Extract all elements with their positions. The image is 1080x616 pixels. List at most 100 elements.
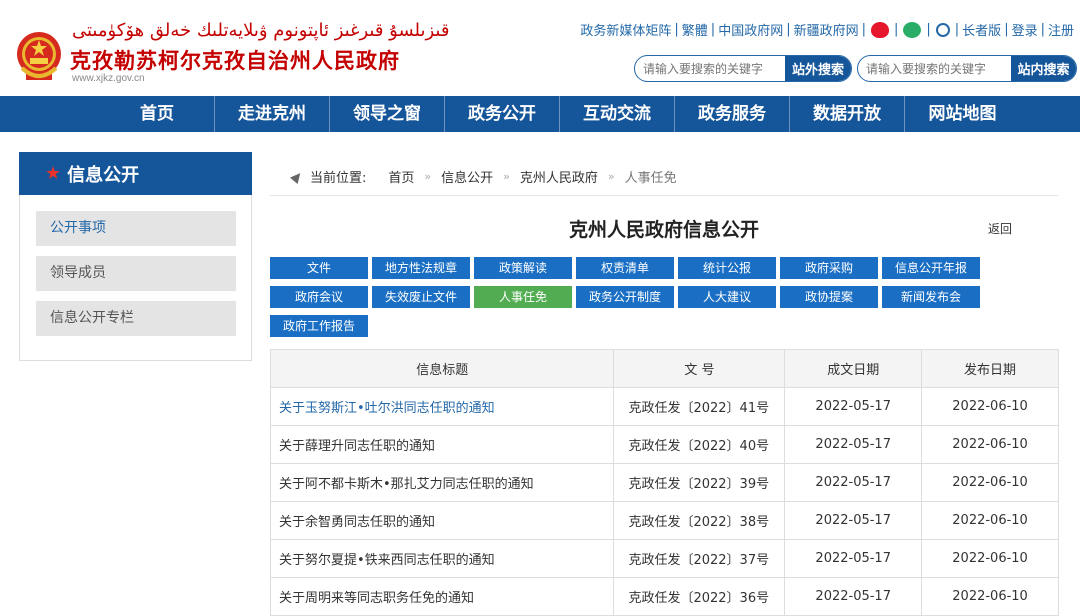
row-written-date: 2022-05-17 <box>784 539 923 578</box>
tab-local-regulations[interactable]: 地方性法规章 <box>372 257 470 279</box>
accessibility-icon[interactable] <box>935 22 950 37</box>
column-header-title: 信息标题 <box>269 349 615 388</box>
row-written-date: 2022-05-17 <box>784 501 923 540</box>
nav-leaders[interactable]: 领导之窗 <box>330 96 445 132</box>
breadcrumb-info-open[interactable]: 信息公开 <box>441 167 493 186</box>
site-title: 克孜勒苏柯尔克孜自治州人民政府 <box>70 49 400 73</box>
tab-documents[interactable]: 文件 <box>270 257 368 279</box>
nav-gov-affairs[interactable]: 政务公开 <box>445 96 560 132</box>
top-link-gov-cn[interactable]: 中国政府网 <box>718 20 783 39</box>
top-link-media-matrix[interactable]: 政务新媒体矩阵 <box>580 20 671 39</box>
weibo-icon[interactable] <box>871 21 889 38</box>
site-header: قىزىلسۇ قىرغىز ئاپتونوم ۋىلايەتلىك خەلق … <box>0 0 1080 96</box>
column-header-publish-date: 发布日期 <box>921 349 1059 388</box>
breadcrumb-divider <box>270 195 1058 196</box>
breadcrumb-separator-icon: » <box>503 170 510 183</box>
row-publish-date: 2022-06-10 <box>921 425 1059 464</box>
tab-statistics[interactable]: 统计公报 <box>678 257 776 279</box>
breadcrumb-current: 人事任免 <box>624 171 677 186</box>
tab-repealed-documents[interactable]: 失效废止文件 <box>372 286 470 308</box>
top-link-register[interactable]: 注册 <box>1048 20 1074 39</box>
breadcrumb-home[interactable]: 首页 <box>388 167 414 186</box>
tab-work-report[interactable]: 政府工作报告 <box>270 315 368 337</box>
national-emblem-icon <box>17 32 61 80</box>
table-row: 关于努尔夏提•铁来西同志任职的通知 克政任发〔2022〕37号 2022-05-… <box>269 539 1059 578</box>
row-publish-date: 2022-06-10 <box>921 577 1059 616</box>
top-link-login[interactable]: 登录 <box>1012 20 1038 39</box>
breadcrumb: 当前位置: 首页 » 信息公开 » 克州人民政府 » 人事任免 <box>289 167 677 186</box>
row-written-date: 2022-05-17 <box>784 577 923 616</box>
table-row: 关于阿不都卡斯木•那扎艾力同志任职的通知 克政任发〔2022〕39号 2022-… <box>269 463 1059 502</box>
breadcrumb-separator-icon: » <box>607 170 615 183</box>
nav-about[interactable]: 走进克州 <box>215 96 330 132</box>
tab-open-system[interactable]: 政务公开制度 <box>576 286 674 308</box>
sidebar: ★ 信息公开 公开事项 领导成员 信息公开专栏 <box>19 152 252 361</box>
info-table: 信息标题 文 号 成文日期 发布日期 关于玉努斯江•吐尔洪同志任职的通知 克政任… <box>269 349 1059 616</box>
row-title-link[interactable]: 关于阿不都卡斯木•那扎艾力同志任职的通知 <box>269 463 615 502</box>
row-written-date: 2022-05-17 <box>784 463 923 502</box>
nav-interaction[interactable]: 互动交流 <box>560 96 675 132</box>
top-link-xinjiang-gov[interactable]: 新疆政府网 <box>794 20 859 39</box>
row-title-link[interactable]: 关于薛理升同志任职的通知 <box>269 425 615 464</box>
nav-open-data[interactable]: 数据开放 <box>790 96 905 132</box>
back-link[interactable]: 返回 <box>988 220 1012 237</box>
breadcrumb-gov[interactable]: 克州人民政府 <box>520 167 598 186</box>
row-title-link[interactable]: 关于玉努斯江•吐尔洪同志任职的通知 <box>269 387 615 426</box>
page-title: 克州人民政府信息公开 <box>568 219 759 241</box>
outer-search-input[interactable] <box>635 56 785 81</box>
row-written-date: 2022-05-17 <box>784 387 923 426</box>
site-url: www.xjkz.gov.cn <box>72 73 145 84</box>
breadcrumb-label: 当前位置: <box>310 171 367 186</box>
star-icon: ★ <box>45 163 62 184</box>
column-header-written-date: 成文日期 <box>784 349 923 388</box>
tab-power-list[interactable]: 权责清单 <box>576 257 674 279</box>
inner-search-input[interactable] <box>858 56 1011 81</box>
tab-annual-report[interactable]: 信息公开年报 <box>882 257 980 279</box>
sidebar-item-special-column[interactable]: 信息公开专栏 <box>36 301 236 336</box>
table-row: 关于周明来等同志职务任免的通知 克政任发〔2022〕36号 2022-05-17… <box>269 577 1059 616</box>
location-arrow-icon <box>289 169 305 184</box>
tab-cppcc-proposals[interactable]: 政协提案 <box>780 286 878 308</box>
tab-press-conference[interactable]: 新闻发布会 <box>882 286 980 308</box>
outer-search-button[interactable]: 站外搜索 <box>785 56 851 81</box>
sidebar-title: 信息公开 <box>67 164 140 186</box>
breadcrumb-separator-icon: » <box>424 170 432 183</box>
row-doc-number: 克政任发〔2022〕41号 <box>613 387 786 426</box>
row-doc-number: 克政任发〔2022〕38号 <box>613 501 786 540</box>
nav-services[interactable]: 政务服务 <box>675 96 790 132</box>
sidebar-item-leaders[interactable]: 领导成员 <box>36 256 236 291</box>
sidebar-header: ★ 信息公开 <box>19 152 252 195</box>
sidebar-item-public-matters[interactable]: 公开事项 <box>36 211 236 246</box>
row-title-link[interactable]: 关于周明来等同志职务任免的通知 <box>269 577 615 616</box>
top-link-traditional[interactable]: 繁體 <box>682 20 708 39</box>
inner-search: 站内搜索 <box>857 55 1077 82</box>
tab-procurement[interactable]: 政府采购 <box>780 257 878 279</box>
site-title-uyghur: قىزىلسۇ قىرغىز ئاپتونوم ۋىلايەتلىك خەلق … <box>72 20 450 41</box>
row-publish-date: 2022-06-10 <box>921 463 1059 502</box>
row-title-link[interactable]: 关于余智勇同志任职的通知 <box>269 501 615 540</box>
wechat-icon[interactable] <box>903 21 922 38</box>
tab-npc-suggestions[interactable]: 人大建议 <box>678 286 776 308</box>
table-header-row: 信息标题 文 号 成文日期 发布日期 <box>269 349 1059 388</box>
row-doc-number: 克政任发〔2022〕39号 <box>613 463 786 502</box>
row-doc-number: 克政任发〔2022〕36号 <box>613 577 786 616</box>
main-nav: 首页 走进克州 领导之窗 政务公开 互动交流 政务服务 数据开放 网站地图 <box>0 96 1080 132</box>
nav-sitemap[interactable]: 网站地图 <box>905 96 1020 132</box>
table-row: 关于余智勇同志任职的通知 克政任发〔2022〕38号 2022-05-17 20… <box>269 501 1059 540</box>
inner-search-button[interactable]: 站内搜索 <box>1011 56 1076 81</box>
row-title-link[interactable]: 关于努尔夏提•铁来西同志任职的通知 <box>269 539 615 578</box>
row-written-date: 2022-05-17 <box>784 425 923 464</box>
column-header-doc-number: 文 号 <box>613 349 786 388</box>
nav-home[interactable]: 首页 <box>100 96 215 132</box>
row-publish-date: 2022-06-10 <box>921 501 1059 540</box>
top-link-elder-mode[interactable]: 长者版 <box>962 20 1001 39</box>
row-doc-number: 克政任发〔2022〕37号 <box>613 539 786 578</box>
tab-personnel[interactable]: 人事任免 <box>474 286 572 308</box>
table-row: 关于玉努斯江•吐尔洪同志任职的通知 克政任发〔2022〕41号 2022-05-… <box>269 387 1059 426</box>
row-publish-date: 2022-06-10 <box>921 387 1059 426</box>
tab-gov-meetings[interactable]: 政府会议 <box>270 286 368 308</box>
top-links: 政务新媒体矩阵 | 繁體 | 中国政府网 | 新疆政府网 | | | | 长者版 | 登录… <box>580 20 1074 39</box>
outer-search: 站外搜索 <box>634 55 852 82</box>
row-publish-date: 2022-06-10 <box>921 539 1059 578</box>
tab-policy-interpretation[interactable]: 政策解读 <box>474 257 572 279</box>
